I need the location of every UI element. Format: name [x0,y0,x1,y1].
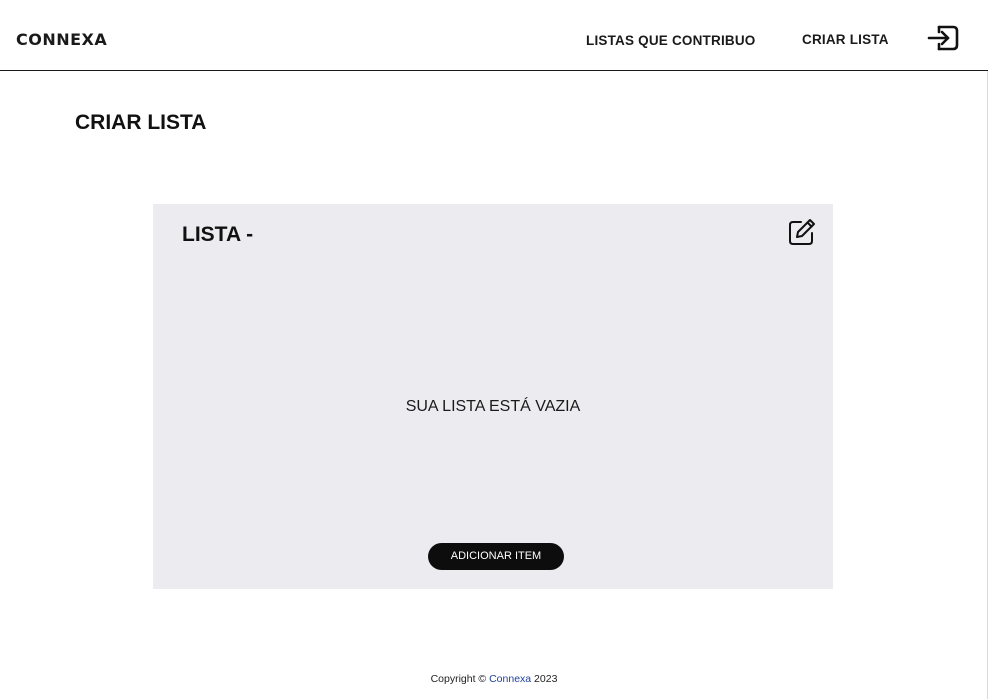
nav-link-listas-que-contribuo[interactable]: LISTAS QUE CONTRIBUO [586,33,756,48]
logout-button[interactable] [926,24,960,52]
footer: Copyright © Connexa 2023 [0,673,988,685]
nav-link-criar-lista[interactable]: CRIAR LISTA [802,32,889,47]
copyright-text: Copyright © [430,673,487,685]
top-navbar: CONNEXA LISTAS QUE CONTRIBUO CRIAR LISTA [0,0,988,71]
copyright-year: 2023 [534,673,558,685]
edit-list-button[interactable] [787,217,817,247]
page-title: CRIAR LISTA [75,111,207,134]
empty-list-message: SUA LISTA ESTÁ VAZIA [405,398,581,415]
logout-icon [927,25,959,51]
add-item-button[interactable]: ADICIONAR ITEM [428,543,564,570]
list-title: LISTA - [182,223,254,246]
list-card: LISTA - SUA LISTA ESTÁ VAZIA ADICIONAR I… [153,204,833,589]
connexa-logo[interactable]: CONNEXA [16,30,107,49]
footer-brand-link[interactable]: Connexa [489,673,531,685]
edit-icon [789,219,815,245]
